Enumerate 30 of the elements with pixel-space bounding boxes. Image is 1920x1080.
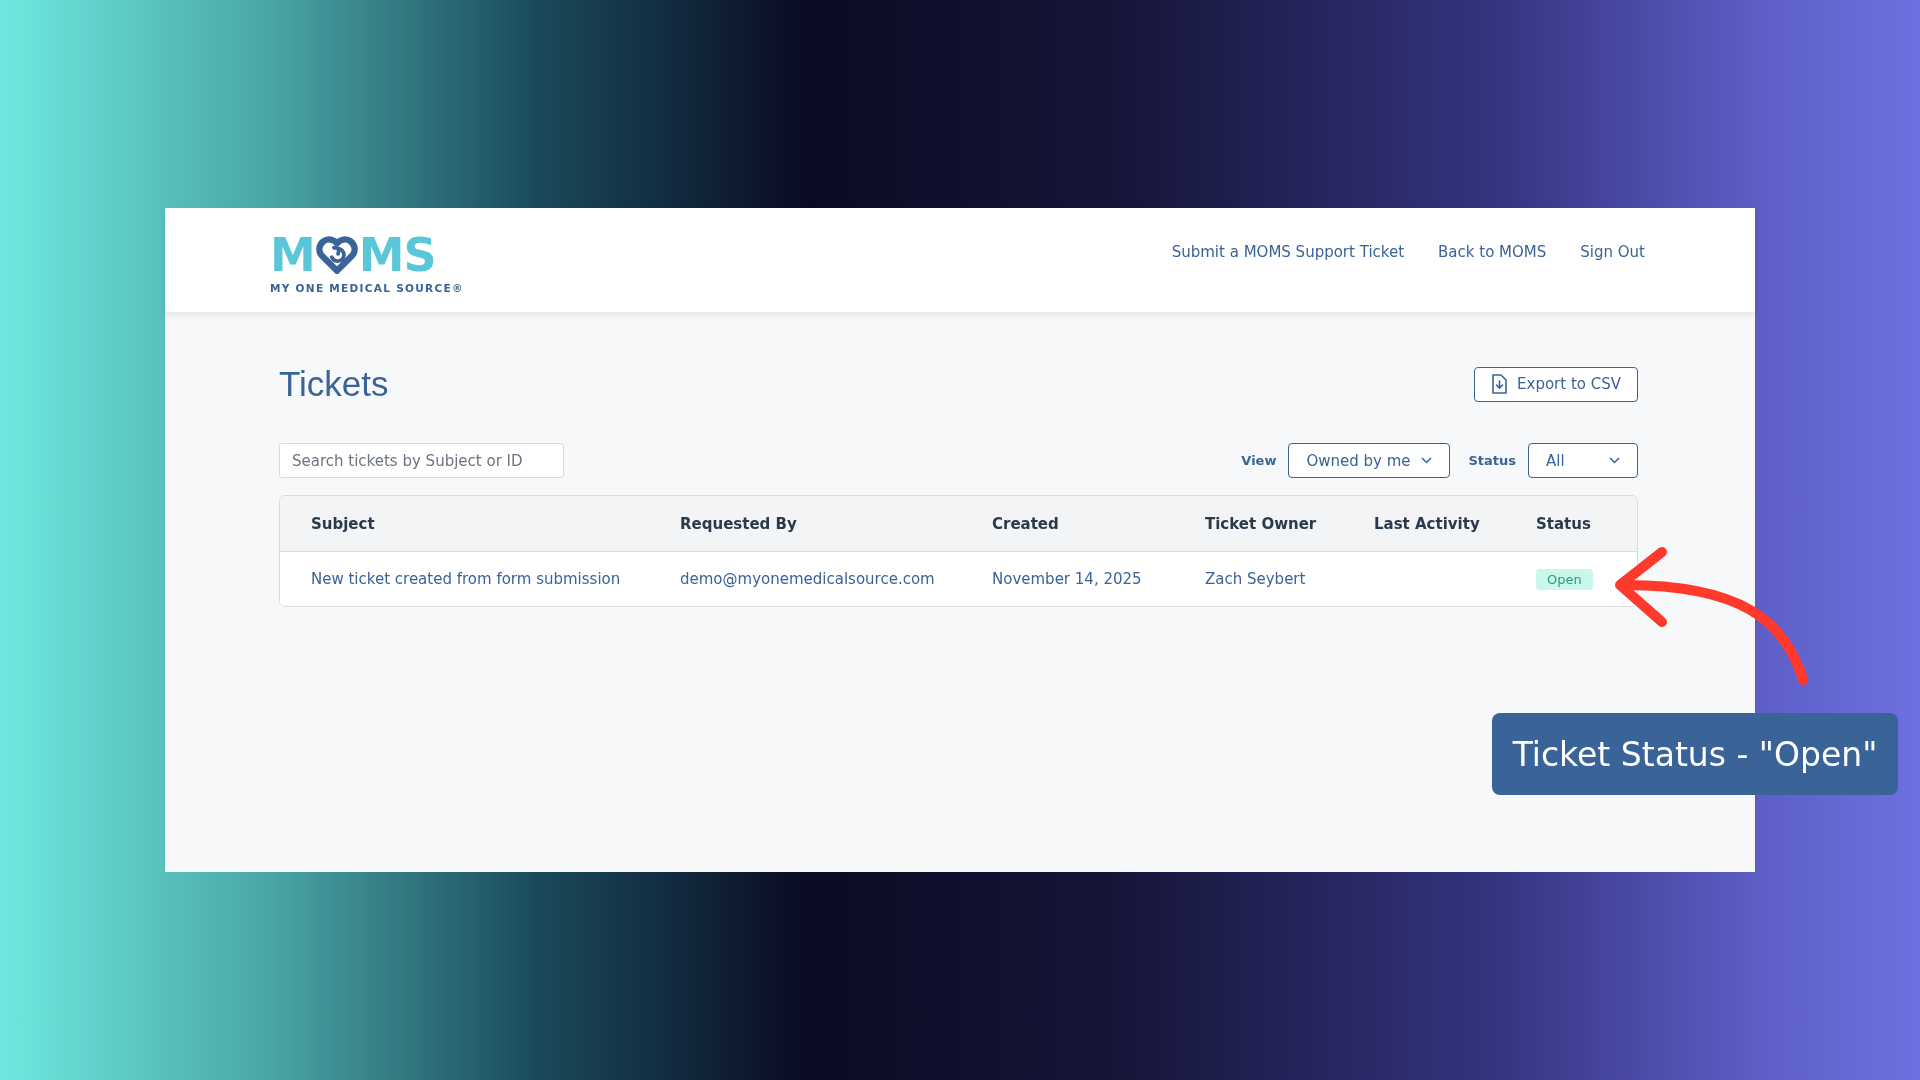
table-cell-text: Zach Seybert — [1205, 570, 1307, 588]
annotation-callout: Ticket Status - "Open" — [1492, 713, 1898, 795]
column-header: Status — [1536, 514, 1592, 533]
logo-tagline: MY ONE MEDICAL SOURCE® — [270, 282, 464, 294]
chevron-down-icon — [1609, 457, 1620, 464]
nav-link[interactable]: Sign Out — [1580, 243, 1645, 261]
filter-dropdown[interactable]: Owned by me — [1288, 443, 1451, 478]
filter-label: Status — [1468, 453, 1516, 468]
heart-logo-icon — [315, 236, 358, 274]
column-header: Ticket Owner — [1205, 514, 1318, 533]
download-file-icon — [1491, 374, 1508, 394]
ticket-row[interactable]: New ticket created from form submission demo@myonemedicalsource.com November 14, 2025 Zach Seybert Open — [280, 552, 1637, 606]
column-header: Created — [992, 514, 1060, 533]
column-header: Requested By — [680, 514, 798, 533]
table-cell-text: New ticket created from form submission — [311, 570, 622, 588]
logo-letters: M — [270, 232, 315, 278]
export-button[interactable]: Export to CSV — [1474, 366, 1638, 402]
filter-dropdown[interactable]: All — [1528, 443, 1638, 478]
search-field[interactable]: Search tickets by Subject or ID — [279, 443, 564, 478]
logo-letters: MS — [358, 232, 436, 278]
column-header: Subject — [311, 514, 376, 533]
status-badge: Open — [1536, 568, 1593, 590]
filter-label: View — [1241, 453, 1277, 468]
nav-link[interactable]: Submit a MOMS Support Ticket — [1171, 243, 1405, 261]
table-cell-text: November 14, 2025 — [992, 570, 1143, 588]
page-title: Tickets — [279, 364, 389, 404]
table-cell-text: demo@myonemedicalsource.com — [680, 570, 936, 588]
chevron-down-icon — [1421, 457, 1433, 464]
column-header: Last Activity — [1374, 514, 1481, 533]
nav-link[interactable]: Back to MOMS — [1438, 243, 1547, 261]
